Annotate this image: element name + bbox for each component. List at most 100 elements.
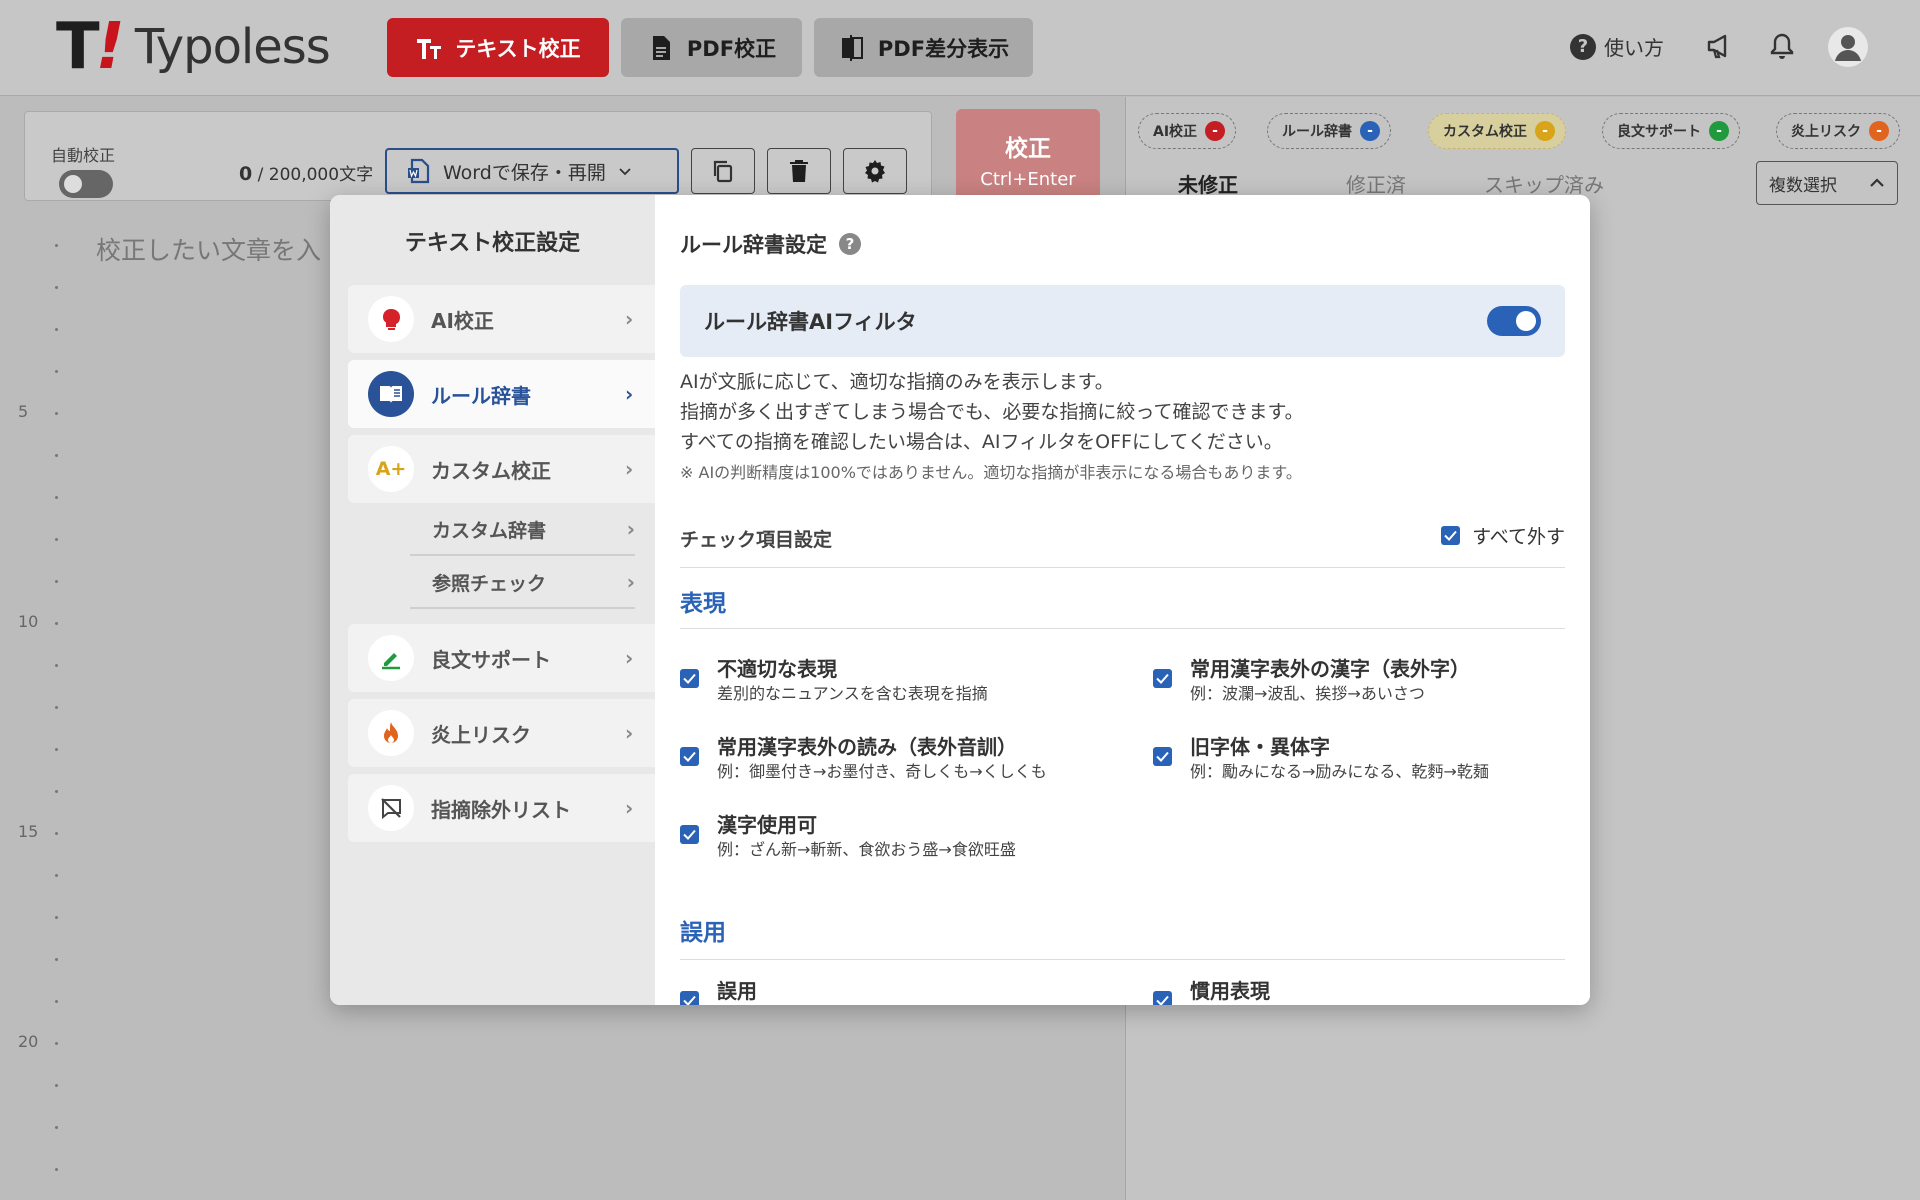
file-icon — [652, 35, 670, 60]
logo-mark: T! — [56, 10, 125, 84]
question-icon: ? — [1570, 33, 1596, 60]
nav-good-writing[interactable]: 良文サポート › — [348, 624, 655, 692]
count-badge: - — [1205, 121, 1226, 141]
chip-custom-proofread[interactable]: カスタム校正 - — [1428, 113, 1566, 149]
chip-good-writing[interactable]: 良文サポート - — [1602, 113, 1740, 149]
typoless-logo[interactable]: T! Typoless — [56, 10, 331, 84]
divider — [680, 567, 1565, 568]
subnav-reference-check[interactable]: 参照チェック › — [410, 557, 635, 609]
chevron-right-icon: › — [625, 646, 634, 670]
logo-text: Typoless — [134, 19, 331, 75]
line-marker — [55, 958, 58, 961]
uncheck-all[interactable]: すべて外す — [1441, 522, 1565, 549]
line-marker — [55, 1042, 58, 1045]
divider — [680, 628, 1565, 629]
line-marker — [55, 874, 58, 877]
text-format-icon — [417, 38, 442, 59]
chip-ai-proofread[interactable]: AI校正 - — [1138, 113, 1237, 149]
settings-button[interactable] — [843, 148, 907, 194]
multi-select-button[interactable]: 複数選択 — [1756, 161, 1898, 205]
user-avatar[interactable] — [1828, 27, 1868, 67]
count-badge: - — [1709, 121, 1729, 141]
compare-icon — [841, 34, 863, 61]
checkbox[interactable] — [1153, 747, 1172, 766]
option-idiomatic-expression[interactable]: 慣用表現 — [1153, 977, 1573, 1005]
checkbox[interactable] — [680, 825, 699, 844]
a-plus-icon: A+ — [368, 446, 414, 492]
line-number: 15 — [18, 822, 39, 841]
line-marker — [55, 664, 58, 667]
checkbox[interactable] — [680, 669, 699, 688]
line-marker — [55, 1126, 58, 1129]
flame-icon — [368, 710, 414, 756]
nav-exclusion-list[interactable]: 指摘除外リスト › — [348, 774, 655, 842]
section-expression: 表現 — [680, 591, 726, 617]
char-count: 0 / 200,000文字 — [239, 163, 374, 185]
tab-fixed[interactable]: 修正済 — [1346, 169, 1406, 198]
line-number: 20 — [18, 1032, 39, 1051]
chip-flame-risk[interactable]: 炎上リスク - — [1776, 113, 1900, 149]
text-proofread-tab[interactable]: テキスト校正 — [387, 18, 609, 77]
chevron-right-icon: › — [625, 721, 634, 745]
nav-ai-proofread[interactable]: AI校正 › — [348, 285, 655, 353]
option-kanji-usable[interactable]: 漢字使用可 例：ざん新→斬新、食欲おう盛→食欲旺盛 — [680, 811, 1120, 861]
ai-filter-toggle[interactable] — [1487, 306, 1541, 336]
copy-button[interactable] — [691, 148, 755, 194]
line-number: 5 — [18, 402, 29, 421]
line-marker — [55, 706, 58, 709]
line-marker — [55, 454, 58, 457]
user-icon — [1835, 35, 1861, 61]
word-file-icon — [408, 158, 430, 184]
checkbox[interactable] — [680, 747, 699, 766]
tab-skipped[interactable]: スキップ済み — [1484, 169, 1604, 198]
line-marker — [55, 1084, 58, 1087]
option-inappropriate-expression[interactable]: 不適切な表現 差別的なニュアンスを含む表現を指摘 — [680, 655, 1120, 705]
line-marker — [55, 916, 58, 919]
option-old-variant-kanji[interactable]: 旧字体・異体字 例：勵みになる→励みになる、乾麪→乾麺 — [1153, 733, 1573, 783]
chevron-right-icon: › — [625, 382, 634, 406]
app-header: T! Typoless テキスト校正 PDF校正 PDF差分表示 ? 使い方 — [0, 0, 1920, 96]
book-icon — [368, 371, 414, 417]
nav-custom-proofread[interactable]: A+ カスタム校正 › — [348, 435, 655, 503]
chip-rule-dictionary[interactable]: ルール辞書 - — [1267, 113, 1391, 149]
line-marker — [55, 622, 58, 625]
bell-icon[interactable] — [1766, 30, 1798, 62]
tab-unfixed[interactable]: 未修正 — [1178, 169, 1238, 198]
option-non-joyo-kanji[interactable]: 常用漢字表外の漢字（表外字） 例：波瀾→波乱、挨拶→あいさつ — [1153, 655, 1573, 705]
checkbox[interactable] — [1153, 669, 1172, 688]
content-title: ルール辞書設定 ? — [680, 229, 861, 259]
delete-button[interactable] — [767, 148, 831, 194]
comment-off-icon — [368, 785, 414, 831]
line-marker — [55, 538, 58, 541]
checkbox[interactable] — [1153, 991, 1172, 1005]
nav-rule-dictionary[interactable]: ルール辞書 › — [348, 360, 655, 428]
pdf-diff-tab[interactable]: PDF差分表示 — [814, 18, 1033, 77]
editor-placeholder[interactable]: 校正したい文章を入 — [96, 231, 321, 267]
help-icon[interactable]: ? — [839, 233, 861, 255]
subnav-custom-dictionary[interactable]: カスタム辞書 › — [410, 504, 635, 556]
sidebar-title: テキスト校正設定 — [404, 231, 581, 256]
settings-content: ルール辞書設定 ? ルール辞書AIフィルタ AIが文脈に応じて、適切な指摘のみを… — [655, 195, 1590, 1005]
chevron-right-icon: › — [625, 457, 634, 481]
auto-proofread-label: 自動校正 — [51, 146, 116, 165]
count-badge: - — [1535, 121, 1555, 141]
copy-icon — [713, 160, 733, 183]
nav-flame-risk[interactable]: 炎上リスク › — [348, 699, 655, 767]
editor-toolbar: 自動校正 0 / 200,000文字 Wordで保存・再開 — [24, 111, 932, 201]
option-non-joyo-reading[interactable]: 常用漢字表外の読み（表外音訓） 例：御墨付き→お墨付き、奇しくも→くしくも — [680, 733, 1120, 783]
chevron-right-icon: › — [626, 517, 635, 541]
help-link[interactable]: ? 使い方 — [1570, 32, 1664, 61]
proofread-button[interactable]: 校正 Ctrl+Enter — [956, 109, 1100, 205]
auto-proofread-toggle[interactable] — [59, 170, 113, 198]
settings-sidebar: テキスト校正設定 AI校正 › ルール辞書 › A+ カスタム校正 › カスタム… — [330, 195, 655, 1005]
chevron-right-icon: › — [625, 307, 634, 331]
checkbox[interactable] — [1441, 526, 1461, 545]
word-save-dropdown[interactable]: Wordで保存・再開 — [385, 148, 679, 194]
chevron-right-icon: › — [625, 796, 634, 820]
line-marker — [55, 412, 58, 415]
announcement-icon[interactable] — [1703, 30, 1735, 62]
checkbox[interactable] — [680, 991, 699, 1005]
pdf-proofread-tab[interactable]: PDF校正 — [621, 18, 802, 77]
line-marker — [55, 790, 58, 793]
option-misuse[interactable]: 誤用 — [680, 977, 1120, 1005]
